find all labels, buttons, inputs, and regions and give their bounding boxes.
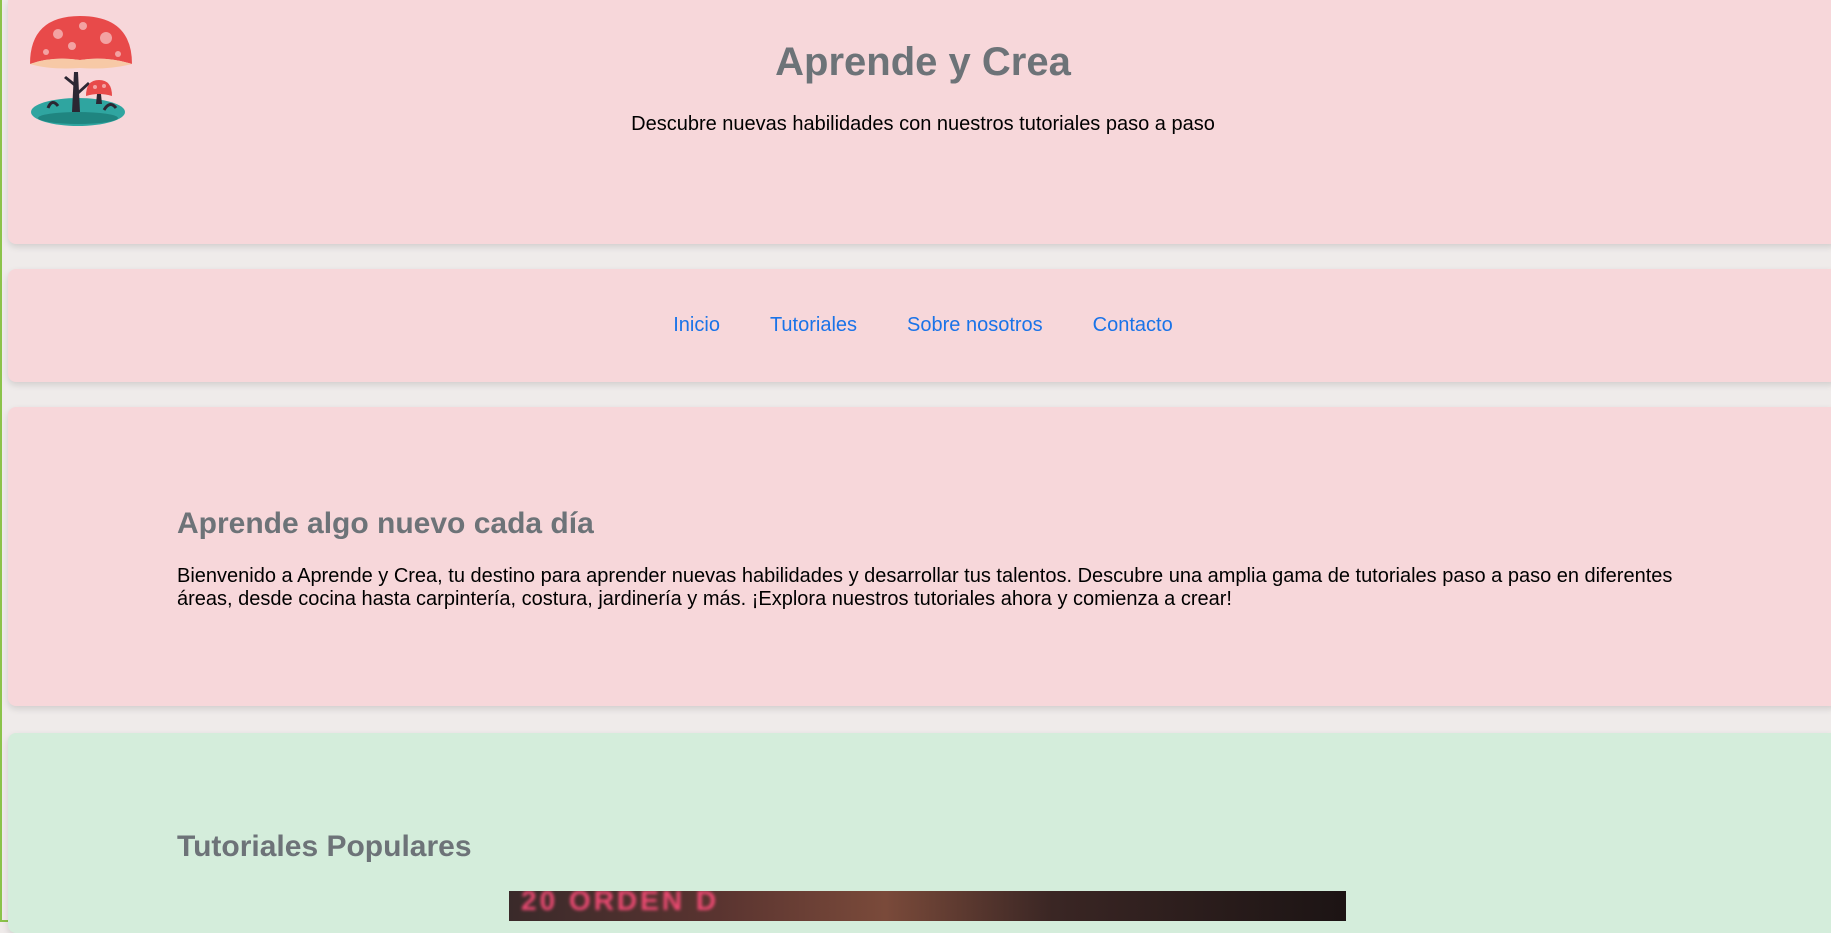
intro-heading: Aprende algo nuevo cada día (177, 507, 594, 540)
nav-list: Inicio Tutoriales Sobre nosotros Contact… (8, 314, 1831, 337)
nav-link-sobre-nosotros[interactable]: Sobre nosotros (907, 314, 1043, 337)
nav-link-inicio[interactable]: Inicio (673, 314, 720, 337)
tutorial-video-thumbnail[interactable]: 20 ORDEN D (509, 891, 1346, 921)
site-header: Aprende y Crea Descubre nuevas habilidad… (8, 0, 1831, 244)
site-subtitle: Descubre nuevas habilidades con nuestros… (631, 113, 1215, 135)
nav-link-tutoriales[interactable]: Tutoriales (770, 314, 857, 337)
site-title: Aprende y Crea (775, 40, 1071, 84)
popular-tutorials-section: Tutoriales Populares 20 ORDEN D (8, 733, 1831, 933)
intro-section: Aprende algo nuevo cada día Bienvenido a… (8, 407, 1831, 706)
main-nav: Inicio Tutoriales Sobre nosotros Contact… (8, 269, 1831, 382)
popular-heading: Tutoriales Populares (177, 830, 472, 863)
video-overlay-text: 20 ORDEN D (521, 891, 720, 916)
nav-link-contacto[interactable]: Contacto (1093, 314, 1173, 337)
intro-text: Bienvenido a Aprende y Crea, tu destino … (177, 565, 1673, 610)
